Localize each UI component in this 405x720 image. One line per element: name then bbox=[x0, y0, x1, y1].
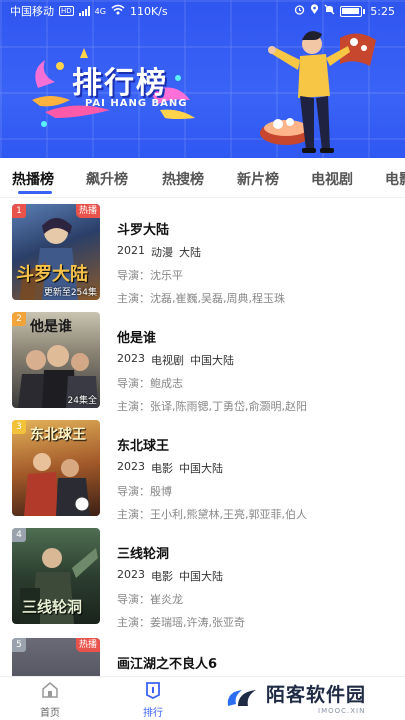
poster-title-art: 他是谁 bbox=[30, 319, 72, 335]
tab-hot-play[interactable]: 热播榜 bbox=[12, 169, 54, 189]
cast-names: 沈磊,崔巍,吴磊,周典,程玉珠 bbox=[150, 292, 285, 305]
cast-names: 姜瑞瑶,许涛,张亚奇 bbox=[150, 616, 245, 629]
director-name: 沈乐平 bbox=[150, 269, 183, 282]
item-info: 他是谁 2023 电视剧 中国大陆 导演：鲍成志 主演：张译,陈雨锶,丁勇岱,俞… bbox=[117, 327, 307, 414]
cast-label: 主演： bbox=[117, 400, 150, 413]
item-title[interactable]: 东北球王 bbox=[117, 435, 307, 454]
site-watermark: 陌客软件园 IMOOC.XIN bbox=[222, 676, 405, 720]
cast-label: 主演： bbox=[117, 616, 150, 629]
item-cast: 主演：姜瑞瑶,许涛,张亚奇 bbox=[117, 614, 245, 630]
hot-badge: 热播 bbox=[75, 638, 100, 652]
item-year: 2023 bbox=[117, 352, 145, 365]
ranking-icon bbox=[146, 682, 160, 700]
poster-image[interactable]: 3 东北球王 bbox=[12, 420, 100, 516]
banner-title: 排行榜 bbox=[72, 66, 168, 101]
episode-status: 更新至254集 bbox=[43, 288, 97, 298]
item-cast: 主演：张译,陈雨锶,丁勇岱,俞灏明,赵阳 bbox=[117, 398, 307, 414]
tab-new-release[interactable]: 新片榜 bbox=[237, 169, 279, 189]
director-label: 导演： bbox=[117, 269, 150, 282]
ranking-banner: 中国移动 HD 4G 110K/s 5:25 排行榜 PAI HANG BANG bbox=[0, 0, 405, 158]
item-type: 电视剧 bbox=[151, 354, 184, 367]
ranking-tabs: 热播榜 飙升榜 热搜榜 新片榜 电视剧 电影 bbox=[0, 158, 405, 198]
poster-image[interactable]: 2 他是谁 24集全 bbox=[12, 312, 100, 408]
item-title[interactable]: 斗罗大陆 bbox=[117, 219, 285, 238]
rank-badge: 4 bbox=[12, 528, 26, 542]
director-name: 殷博 bbox=[150, 485, 172, 498]
hot-badge: 热播 bbox=[75, 204, 100, 218]
tab-hot-search[interactable]: 热搜榜 bbox=[162, 169, 204, 189]
cast-names: 王小利,熊黛林,王亮,郭亚菲,伯人 bbox=[150, 508, 307, 521]
banner-title-block: 排行榜 PAI HANG BANG bbox=[30, 52, 195, 122]
item-type: 电影 bbox=[151, 462, 173, 475]
item-year: 2023 bbox=[117, 568, 145, 581]
poster-title-art: 三线轮洞 bbox=[22, 598, 83, 616]
item-meta: 2023 电影 中国大陆 bbox=[117, 460, 307, 476]
item-title[interactable]: 他是谁 bbox=[117, 327, 307, 346]
item-info: 三线轮洞 2023 电影 中国大陆 导演：崔炎龙 主演：姜瑞瑶,许涛,张亚奇 bbox=[117, 543, 245, 630]
item-year: 2021 bbox=[117, 244, 145, 257]
item-region: 中国大陆 bbox=[179, 462, 223, 475]
tab-rising[interactable]: 飙升榜 bbox=[86, 169, 128, 189]
nav-home-label: 首页 bbox=[40, 708, 60, 719]
cast-label: 主演： bbox=[117, 292, 150, 305]
item-region: 中国大陆 bbox=[190, 354, 234, 367]
rank-badge: 3 bbox=[12, 420, 26, 434]
item-info: 斗罗大陆 2021 动漫 大陆 导演：沈乐平 主演：沈磊,崔巍,吴磊,周典,程玉… bbox=[117, 219, 285, 306]
director-name: 鲍成志 bbox=[150, 377, 183, 390]
cast-label: 主演： bbox=[117, 508, 150, 521]
nav-home[interactable]: 首页 bbox=[25, 681, 75, 719]
director-label: 导演： bbox=[117, 485, 150, 498]
nav-ranking[interactable]: 排行 bbox=[128, 681, 178, 719]
list-item[interactable]: 1 热播 斗罗大陆 更新至254集 斗罗大陆 2021 动漫 大陆 导演：沈乐平… bbox=[0, 204, 405, 310]
home-icon bbox=[42, 682, 58, 698]
item-year: 2023 bbox=[117, 460, 145, 473]
item-title[interactable]: 三线轮洞 bbox=[117, 543, 245, 562]
item-director: 导演：崔炎龙 bbox=[117, 591, 245, 607]
item-region: 大陆 bbox=[179, 246, 201, 259]
active-tab-indicator bbox=[18, 191, 52, 194]
rank-badge: 5 bbox=[12, 638, 26, 652]
watermark-text: 陌客软件园 bbox=[266, 684, 367, 706]
banner-subtitle: PAI HANG BANG bbox=[85, 98, 188, 109]
cast-names: 张译,陈雨锶,丁勇岱,俞灏明,赵阳 bbox=[150, 400, 307, 413]
list-item[interactable]: 3 东北球王 东北球王 2023 电影 中国大陆 导演：殷博 主演：王小利,熊黛… bbox=[0, 420, 405, 526]
list-item[interactable]: 4 三线轮洞 三线轮洞 2023 电影 中国大陆 导演：崔炎龙 主演：姜瑞瑶,许… bbox=[0, 528, 405, 634]
director-label: 导演： bbox=[117, 593, 150, 606]
item-director: 导演：殷博 bbox=[117, 483, 307, 499]
item-type: 电影 bbox=[151, 570, 173, 583]
poster-title-art: 斗罗大陆 bbox=[16, 264, 88, 285]
poster-image[interactable]: 5 热播 bbox=[12, 638, 100, 676]
watermark-url: IMOOC.XIN bbox=[318, 707, 366, 715]
watermark-logo-icon bbox=[227, 690, 256, 706]
episode-status: 24集全 bbox=[67, 396, 97, 406]
item-cast: 主演：王小利,熊黛林,王亮,郭亚菲,伯人 bbox=[117, 506, 307, 522]
item-info: 东北球王 2023 电影 中国大陆 导演：殷博 主演：王小利,熊黛林,王亮,郭亚… bbox=[117, 435, 307, 522]
item-meta: 2023 电视剧 中国大陆 bbox=[117, 352, 307, 368]
tab-tv-series[interactable]: 电视剧 bbox=[311, 169, 353, 189]
banner-character-illustration bbox=[260, 31, 376, 153]
item-director: 导演：鲍成志 bbox=[117, 375, 307, 391]
item-info: 画江湖之不良人6 bbox=[117, 653, 217, 672]
item-director: 导演：沈乐平 bbox=[117, 267, 285, 283]
director-label: 导演： bbox=[117, 377, 150, 390]
ranking-screen: 中国移动 HD 4G 110K/s 5:25 排行榜 PAI HANG BANG… bbox=[0, 0, 405, 720]
tab-movie[interactable]: 电影 bbox=[385, 169, 405, 189]
poster-title-art: 东北球王 bbox=[30, 427, 86, 443]
list-item[interactable]: 5 热播 画江湖之不良人6 bbox=[0, 638, 405, 676]
poster-image[interactable]: 4 三线轮洞 bbox=[12, 528, 100, 624]
item-cast: 主演：沈磊,崔巍,吴磊,周典,程玉珠 bbox=[117, 290, 285, 306]
item-meta: 2021 动漫 大陆 bbox=[117, 244, 285, 260]
item-region: 中国大陆 bbox=[179, 570, 223, 583]
nav-ranking-label: 排行 bbox=[143, 708, 163, 719]
list-item[interactable]: 2 他是谁 24集全 他是谁 2023 电视剧 中国大陆 导演：鲍成志 主演：张… bbox=[0, 312, 405, 418]
rank-badge: 1 bbox=[12, 204, 26, 218]
poster-image[interactable]: 1 热播 斗罗大陆 更新至254集 bbox=[12, 204, 100, 300]
item-title[interactable]: 画江湖之不良人6 bbox=[117, 653, 217, 672]
director-name: 崔炎龙 bbox=[150, 593, 183, 606]
item-type: 动漫 bbox=[151, 246, 173, 259]
item-meta: 2023 电影 中国大陆 bbox=[117, 568, 245, 584]
rank-badge: 2 bbox=[12, 312, 26, 326]
